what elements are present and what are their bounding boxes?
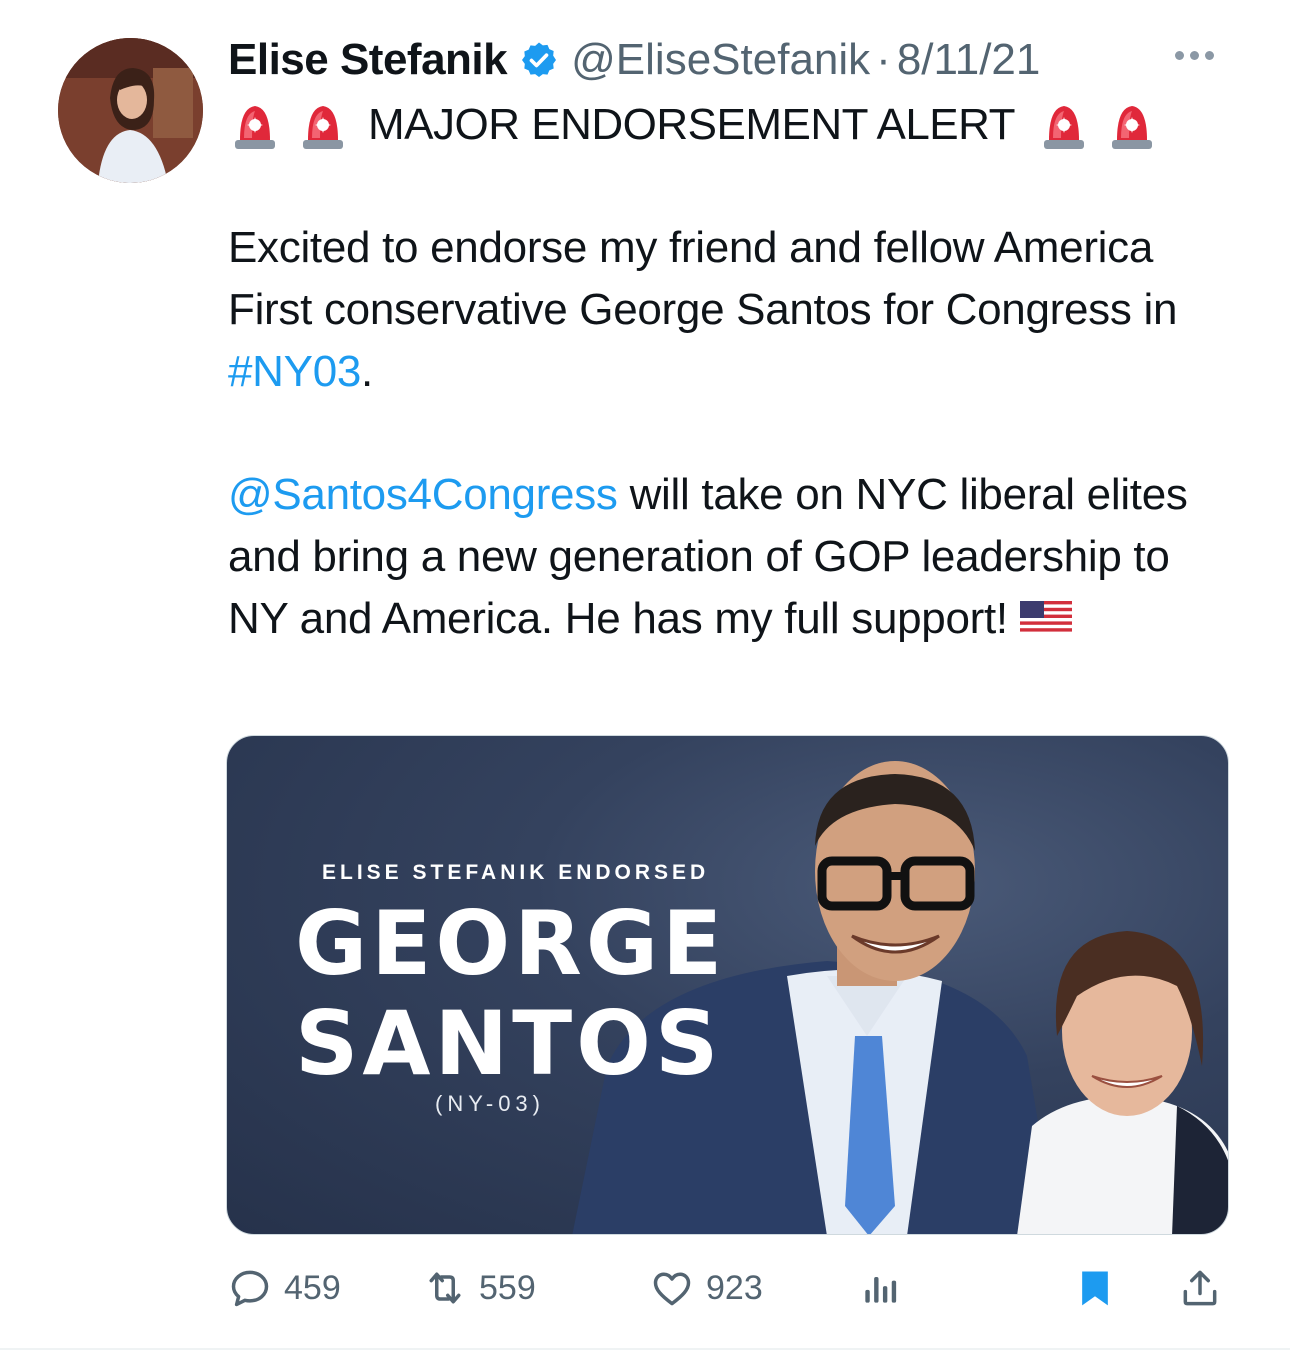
tweet-paragraph-2: @Santos4Congress will take on NYC libera…: [228, 464, 1238, 650]
tweet[interactable]: Elise Stefanik @EliseStefanik · 8/11/21 …: [0, 0, 1290, 1354]
retweet-icon: [429, 1272, 461, 1304]
author-handle[interactable]: @EliseStefanik: [571, 35, 870, 85]
more-icon[interactable]: [1175, 40, 1225, 70]
like-icon: [653, 1272, 691, 1306]
retweet-button[interactable]: 559: [423, 1258, 536, 1318]
divider: [0, 1348, 1290, 1350]
siren-icon: [235, 106, 275, 149]
tweet-text: Excited to endorse my friend and fellow …: [228, 223, 1178, 334]
avatar[interactable]: [58, 38, 203, 183]
reply-count: 459: [284, 1268, 341, 1307]
tweet-text: .: [361, 347, 373, 396]
share-button[interactable]: [1178, 1258, 1222, 1318]
us-flag-icon: [1019, 601, 1072, 635]
reply-button[interactable]: 459: [228, 1258, 341, 1318]
bookmark-icon: [1082, 1271, 1108, 1306]
mention-link[interactable]: @Santos4Congress: [228, 470, 618, 519]
siren-icon: [1112, 106, 1152, 149]
tweet-header: Elise Stefanik @EliseStefanik · 8/11/21: [228, 30, 1040, 90]
card-kicker: ELISE STEFANIK ENDORSED: [322, 861, 710, 884]
like-count: 923: [706, 1268, 763, 1307]
card-title-line: GEORGE: [295, 892, 727, 995]
header-separator: ·: [876, 35, 891, 84]
siren-icon: [303, 106, 343, 149]
like-button[interactable]: 923: [650, 1258, 763, 1318]
views-icon: [865, 1277, 897, 1303]
views-button[interactable]: [858, 1258, 902, 1318]
hashtag-link[interactable]: #NY03: [228, 347, 361, 396]
tweet-actions: 459 559 923: [228, 1258, 1228, 1318]
alert-line: MAJOR ENDORSEMENT ALERT: [232, 95, 1177, 155]
avatar-photo: [58, 38, 203, 183]
tweet-date[interactable]: 8/11/21: [897, 35, 1041, 85]
retweet-count: 559: [479, 1268, 536, 1307]
card-district: (NY-03): [435, 1091, 545, 1116]
reply-icon: [231, 1270, 269, 1307]
share-icon: [1183, 1270, 1217, 1306]
bookmark-button[interactable]: [1073, 1258, 1117, 1318]
tweet-paragraph-1: Excited to endorse my friend and fellow …: [228, 217, 1238, 403]
alert-text: MAJOR ENDORSEMENT ALERT: [368, 100, 1016, 149]
verified-badge-icon: [522, 42, 557, 77]
author-name[interactable]: Elise Stefanik: [228, 35, 508, 85]
siren-icon: [1044, 106, 1084, 149]
media-card[interactable]: ELISE STEFANIK ENDORSED GEORGE SANTOS (N…: [226, 735, 1229, 1235]
card-title: GEORGE SANTOS: [295, 894, 726, 1094]
card-title-line: SANTOS: [295, 992, 723, 1095]
